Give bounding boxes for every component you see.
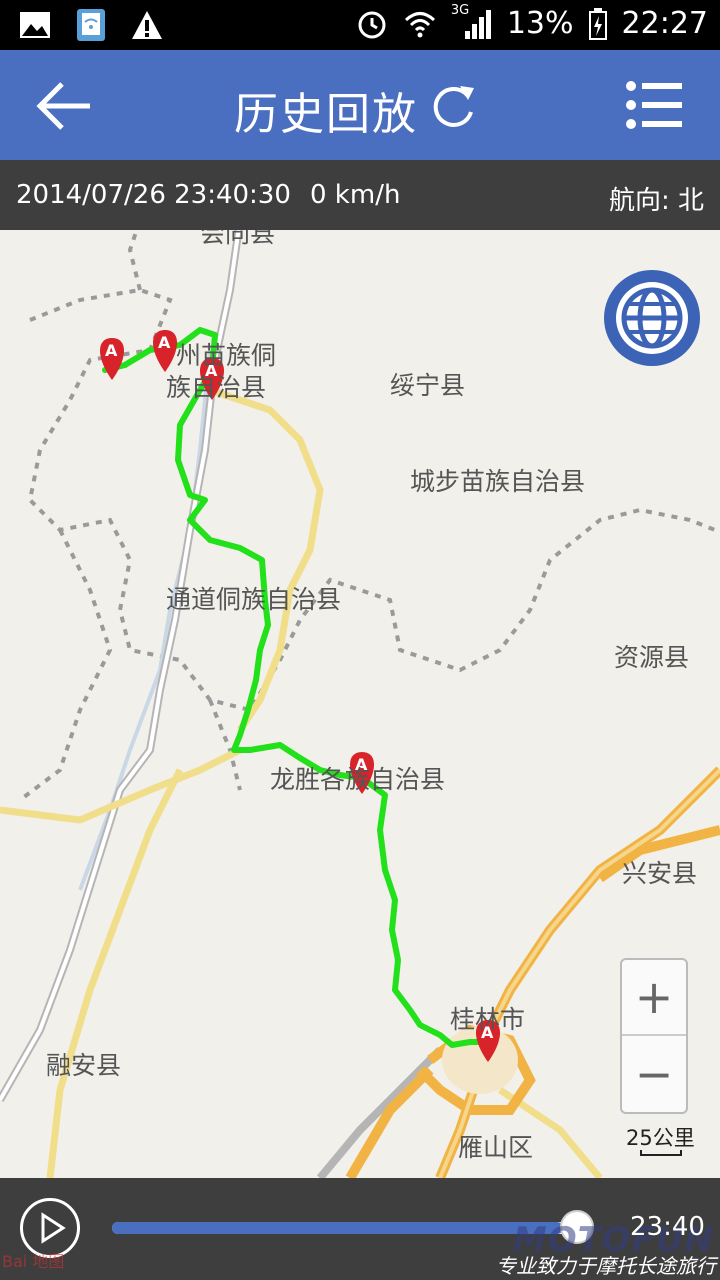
place-label: 族自治县: [166, 373, 267, 402]
play-icon: [41, 1212, 66, 1244]
battery-percent: 13%: [506, 6, 574, 41]
refresh-icon[interactable]: [428, 82, 478, 132]
svg-text:A: A: [158, 333, 171, 352]
clock: 22:27: [621, 6, 708, 41]
info-bar: 2014/07/26 23:40:30 0 km/h 航向: 北: [0, 160, 720, 230]
page-title: 历史回放: [234, 89, 418, 140]
zoom-out-button[interactable]: −: [622, 1036, 686, 1112]
menu-list-icon[interactable]: [626, 80, 682, 130]
battery-icon: [588, 7, 607, 40]
map-credit: Bai 地图: [2, 1252, 65, 1271]
wifi-icon: [404, 11, 435, 37]
timestamp: 2014/07/26 23:40:30: [16, 180, 291, 210]
place-label: 州苗族侗: [176, 341, 277, 370]
progress-fill: [112, 1222, 564, 1234]
place-label: 雁山区: [458, 1133, 534, 1162]
heading: 航向: 北: [608, 186, 704, 216]
place-label: 资源县: [614, 643, 690, 672]
svg-text:A: A: [105, 341, 118, 360]
place-label: 城步苗族自治县: [410, 467, 586, 496]
map-base: A A A A A: [0, 230, 720, 1178]
place-label: 兴安县: [622, 859, 698, 888]
map-view[interactable]: A A A A A 会同县 州苗族侗 族自治县 绥宁县 城步苗族自治县 通道侗族…: [0, 230, 720, 1178]
playback-bar: MOTOFUN 23:40 专业致力于摩托长途旅行 Bai 地图: [0, 1178, 720, 1280]
place-label: 融安县: [46, 1051, 122, 1080]
signal-icon: 3G: [451, 3, 493, 41]
playback-time: 23:40: [630, 1212, 705, 1242]
app-bar: 历史回放: [0, 50, 720, 160]
alarm-icon: [358, 11, 386, 38]
place-label: 绥宁县: [390, 371, 466, 400]
zoom-in-button[interactable]: +: [622, 960, 686, 1036]
watermark-subtitle: 专业致力于摩托长途旅行: [496, 1254, 716, 1278]
scale-label: 25公里: [626, 1126, 695, 1150]
globe-icon: [616, 282, 688, 354]
scale-bar: [640, 1150, 682, 1156]
zoom-control: + −: [620, 958, 688, 1114]
place-label: 会同县: [200, 230, 276, 248]
gallery-icon: [20, 12, 50, 38]
place-label: 通道侗族自治县: [166, 585, 342, 614]
speed: 0 km/h: [310, 180, 401, 210]
warning-icon: [132, 11, 162, 39]
place-label: 桂林市: [450, 1005, 526, 1034]
place-label: 龙胜各族自治县: [270, 765, 446, 794]
status-bar: 3G 13% 22:27: [0, 0, 720, 50]
back-arrow-icon[interactable]: [34, 76, 94, 136]
map-layer-button[interactable]: [604, 270, 700, 366]
wifi-app-icon: [77, 9, 105, 41]
